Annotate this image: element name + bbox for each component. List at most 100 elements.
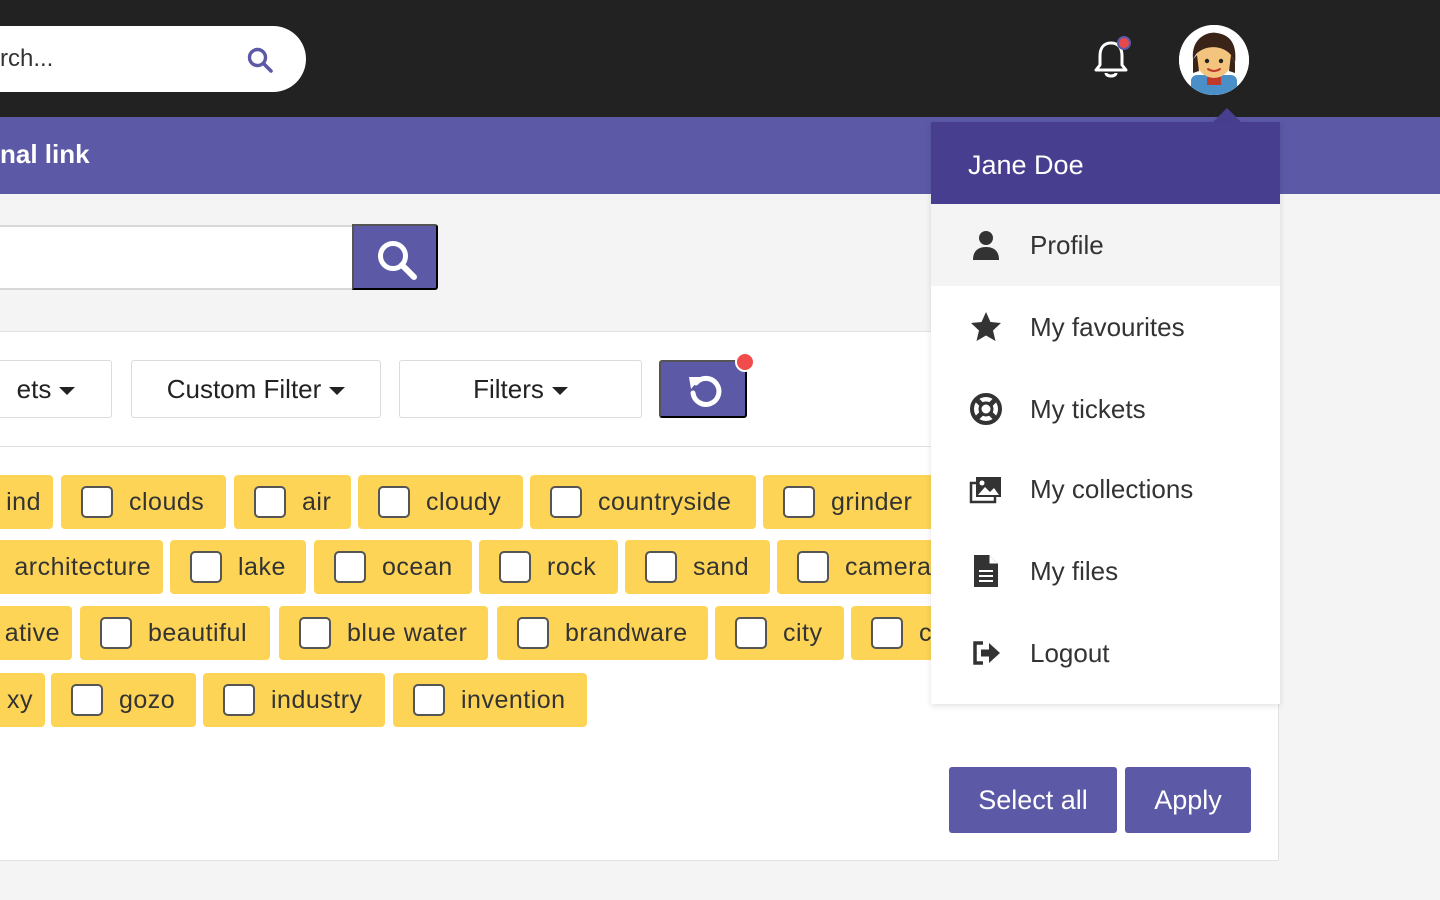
- tag-checkbox[interactable]: [797, 551, 829, 583]
- tag-label: countryside: [598, 487, 732, 516]
- tag-label: sand: [693, 552, 750, 581]
- tag-chip[interactable]: ative: [0, 606, 72, 660]
- tag-chip[interactable]: ind: [0, 475, 53, 529]
- custom-filter-label: Custom Filter: [166, 373, 322, 404]
- menu-item-label: My collections: [1030, 473, 1194, 504]
- tag-chip[interactable]: xy: [0, 673, 45, 727]
- tag-checkbox[interactable]: [499, 551, 531, 583]
- tag-checkbox[interactable]: [871, 617, 903, 649]
- user-icon: [973, 231, 999, 260]
- tag-label: rock: [547, 552, 597, 581]
- tag-chip[interactable]: invention: [393, 673, 587, 727]
- tag-chip[interactable]: rock: [479, 540, 618, 594]
- menu-item-collections[interactable]: My collections: [931, 448, 1280, 530]
- tag-checkbox[interactable]: [81, 486, 113, 518]
- tag-label: brandware: [565, 618, 688, 647]
- menu-item-logout[interactable]: Logout: [931, 612, 1280, 694]
- avatar-image-icon: [1179, 25, 1249, 95]
- tag-checkbox[interactable]: [254, 486, 286, 518]
- menu-item-label: Logout: [1030, 637, 1110, 668]
- main-search-input[interactable]: [0, 227, 352, 288]
- tag-checkbox[interactable]: [223, 684, 255, 716]
- custom-filter-dropdown[interactable]: Custom Filter: [131, 360, 381, 418]
- divider: [0, 446, 934, 447]
- tag-chip[interactable]: clouds: [61, 475, 226, 529]
- tag-label: ocean: [382, 552, 453, 581]
- tag-label: lake: [238, 552, 286, 581]
- tag-checkbox[interactable]: [645, 551, 677, 583]
- nav-link[interactable]: nal link: [0, 139, 90, 170]
- menu-item-favourites[interactable]: My favourites: [931, 286, 1280, 368]
- main-search: [0, 225, 354, 290]
- notification-badge: [1117, 36, 1131, 50]
- tag-checkbox[interactable]: [378, 486, 410, 518]
- tag-chip[interactable]: brandware: [497, 606, 708, 660]
- tag-checkbox[interactable]: [735, 617, 767, 649]
- file-icon: [974, 555, 998, 587]
- tag-label: xy: [7, 685, 33, 714]
- tag-checkbox[interactable]: [334, 551, 366, 583]
- menu-item-tickets[interactable]: My tickets: [931, 368, 1280, 450]
- sets-filter-label: ets: [16, 373, 52, 404]
- tag-checkbox[interactable]: [190, 551, 222, 583]
- tag-chip[interactable]: sand: [625, 540, 770, 594]
- star-icon: [971, 312, 1001, 341]
- tag-chip[interactable]: blue water: [279, 606, 488, 660]
- tag-label: grinder: [831, 487, 913, 516]
- tag-chip[interactable]: city: [715, 606, 844, 660]
- tag-chip[interactable]: camera: [777, 540, 935, 594]
- logout-icon: [973, 641, 1000, 665]
- main-search-button[interactable]: [352, 224, 438, 290]
- menu-item-files[interactable]: My files: [931, 530, 1280, 612]
- tag-label: cloudy: [426, 487, 502, 516]
- menu-item-label: My files: [1030, 555, 1119, 586]
- tag-label: architecture: [14, 552, 151, 581]
- tag-checkbox[interactable]: [783, 486, 815, 518]
- tag-checkbox[interactable]: [299, 617, 331, 649]
- tag-chip[interactable]: countryside: [530, 475, 756, 529]
- tag-checkbox[interactable]: [517, 617, 549, 649]
- menu-arrow: [1213, 108, 1241, 122]
- tag-checkbox[interactable]: [71, 684, 103, 716]
- tag-chip[interactable]: architecture: [0, 540, 163, 594]
- tag-chip[interactable]: grinder: [763, 475, 935, 529]
- search-icon: [378, 241, 417, 280]
- sets-filter-dropdown[interactable]: ets: [0, 360, 112, 418]
- tag-chip[interactable]: cloudy: [358, 475, 523, 529]
- select-all-button[interactable]: Select all: [949, 767, 1117, 833]
- tag-label: air: [302, 487, 332, 516]
- reset-badge: [735, 352, 755, 372]
- images-icon: [969, 477, 1001, 504]
- search-icon[interactable]: [246, 46, 274, 74]
- header-search: [0, 26, 306, 92]
- tag-checkbox[interactable]: [550, 486, 582, 518]
- tag-chip[interactable]: c: [851, 606, 935, 660]
- tag-chip[interactable]: gozo: [51, 673, 196, 727]
- tag-chip[interactable]: industry: [203, 673, 385, 727]
- tag-label: gozo: [119, 685, 176, 714]
- tag-chip[interactable]: ocean: [314, 540, 472, 594]
- user-avatar[interactable]: [1179, 25, 1249, 95]
- lifebuoy-icon: [970, 393, 1002, 425]
- menu-user-name: Jane Doe: [931, 122, 1280, 204]
- menu-item-label: My tickets: [1030, 393, 1146, 424]
- header-search-input[interactable]: [0, 26, 220, 92]
- menu-item-label: Profile: [1030, 229, 1104, 260]
- tag-label: beautiful: [148, 618, 248, 647]
- undo-icon: [689, 375, 722, 407]
- apply-button[interactable]: Apply: [1125, 767, 1251, 833]
- reset-filters-button[interactable]: [659, 360, 747, 418]
- tag-chip[interactable]: lake: [170, 540, 306, 594]
- tag-label: invention: [461, 685, 566, 714]
- filters-label: Filters: [473, 373, 544, 404]
- tag-chip[interactable]: air: [234, 475, 351, 529]
- filters-dropdown[interactable]: Filters: [399, 360, 642, 418]
- tag-checkbox[interactable]: [100, 617, 132, 649]
- tag-label: ind: [6, 487, 41, 516]
- menu-item-profile[interactable]: Profile: [931, 204, 1280, 286]
- caret-down-icon: [59, 387, 76, 395]
- user-menu: Jane Doe Profile My favourites My ticket…: [931, 122, 1280, 704]
- tag-chip[interactable]: beautiful: [80, 606, 270, 660]
- tag-checkbox[interactable]: [413, 684, 445, 716]
- tag-label: clouds: [129, 487, 205, 516]
